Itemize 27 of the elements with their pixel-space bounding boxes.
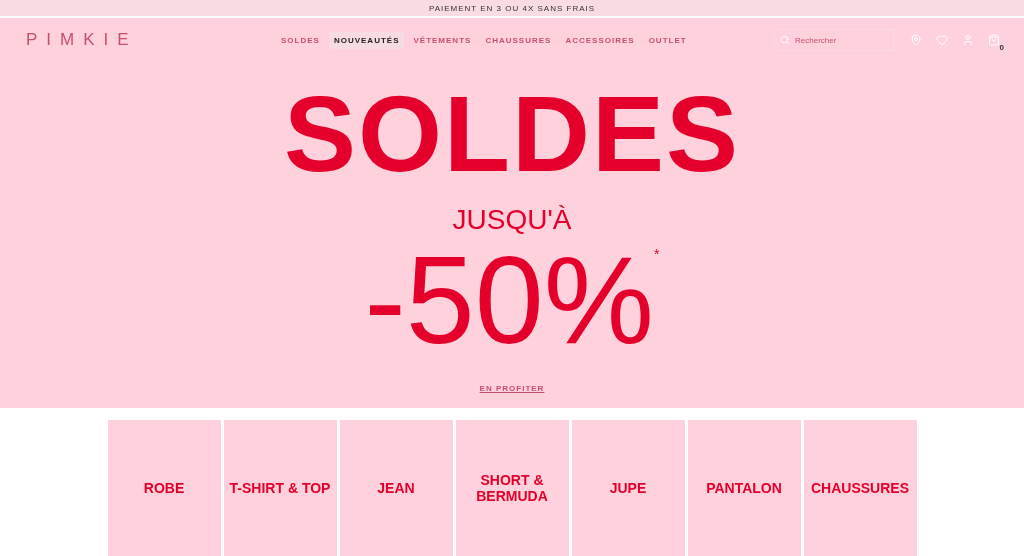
category-tile[interactable]: JUPE xyxy=(571,420,685,556)
promo-text: PAIEMENT EN 3 OU 4X SANS FRAIS xyxy=(428,3,596,13)
category-tile[interactable]: JEAN xyxy=(339,420,453,556)
footnote-mark: * xyxy=(654,246,660,262)
category-tile[interactable]: CHAUSSURES xyxy=(803,420,917,556)
category-tile[interactable]: T-SHIRT & TOP xyxy=(223,420,337,556)
nav-link[interactable]: ACCESSOIRES xyxy=(560,31,640,49)
user-icon[interactable] xyxy=(962,34,974,46)
nav-link[interactable]: OUTLET xyxy=(643,31,692,49)
search-icon xyxy=(780,35,790,45)
category-tile[interactable]: ROBE xyxy=(107,420,221,556)
search-field[interactable]: Rechercher xyxy=(774,29,894,51)
discount-text: -50% xyxy=(364,238,654,362)
nav-link[interactable]: NOUVEAUTÉS xyxy=(328,31,405,49)
hero-subtitle: JUSQU'À xyxy=(452,206,572,234)
hero-title: SOLDES xyxy=(283,80,741,188)
logo[interactable]: PIMKIE xyxy=(26,30,276,50)
heart-icon[interactable] xyxy=(936,34,948,46)
cart-count: 0 xyxy=(999,43,1004,52)
nav-link[interactable]: CHAUSSURES xyxy=(480,31,557,49)
category-tile[interactable]: PANTALON xyxy=(687,420,801,556)
map-pin-icon[interactable] xyxy=(910,34,922,46)
nav-link[interactable]: VÊTEMENTS xyxy=(408,31,477,49)
nav-link[interactable]: SOLDES xyxy=(276,31,325,49)
cta-link[interactable]: EN PROFITER xyxy=(479,384,545,393)
bag-icon[interactable] xyxy=(988,34,1000,46)
category-tile[interactable]: SHORT & BERMUDA xyxy=(455,420,569,556)
